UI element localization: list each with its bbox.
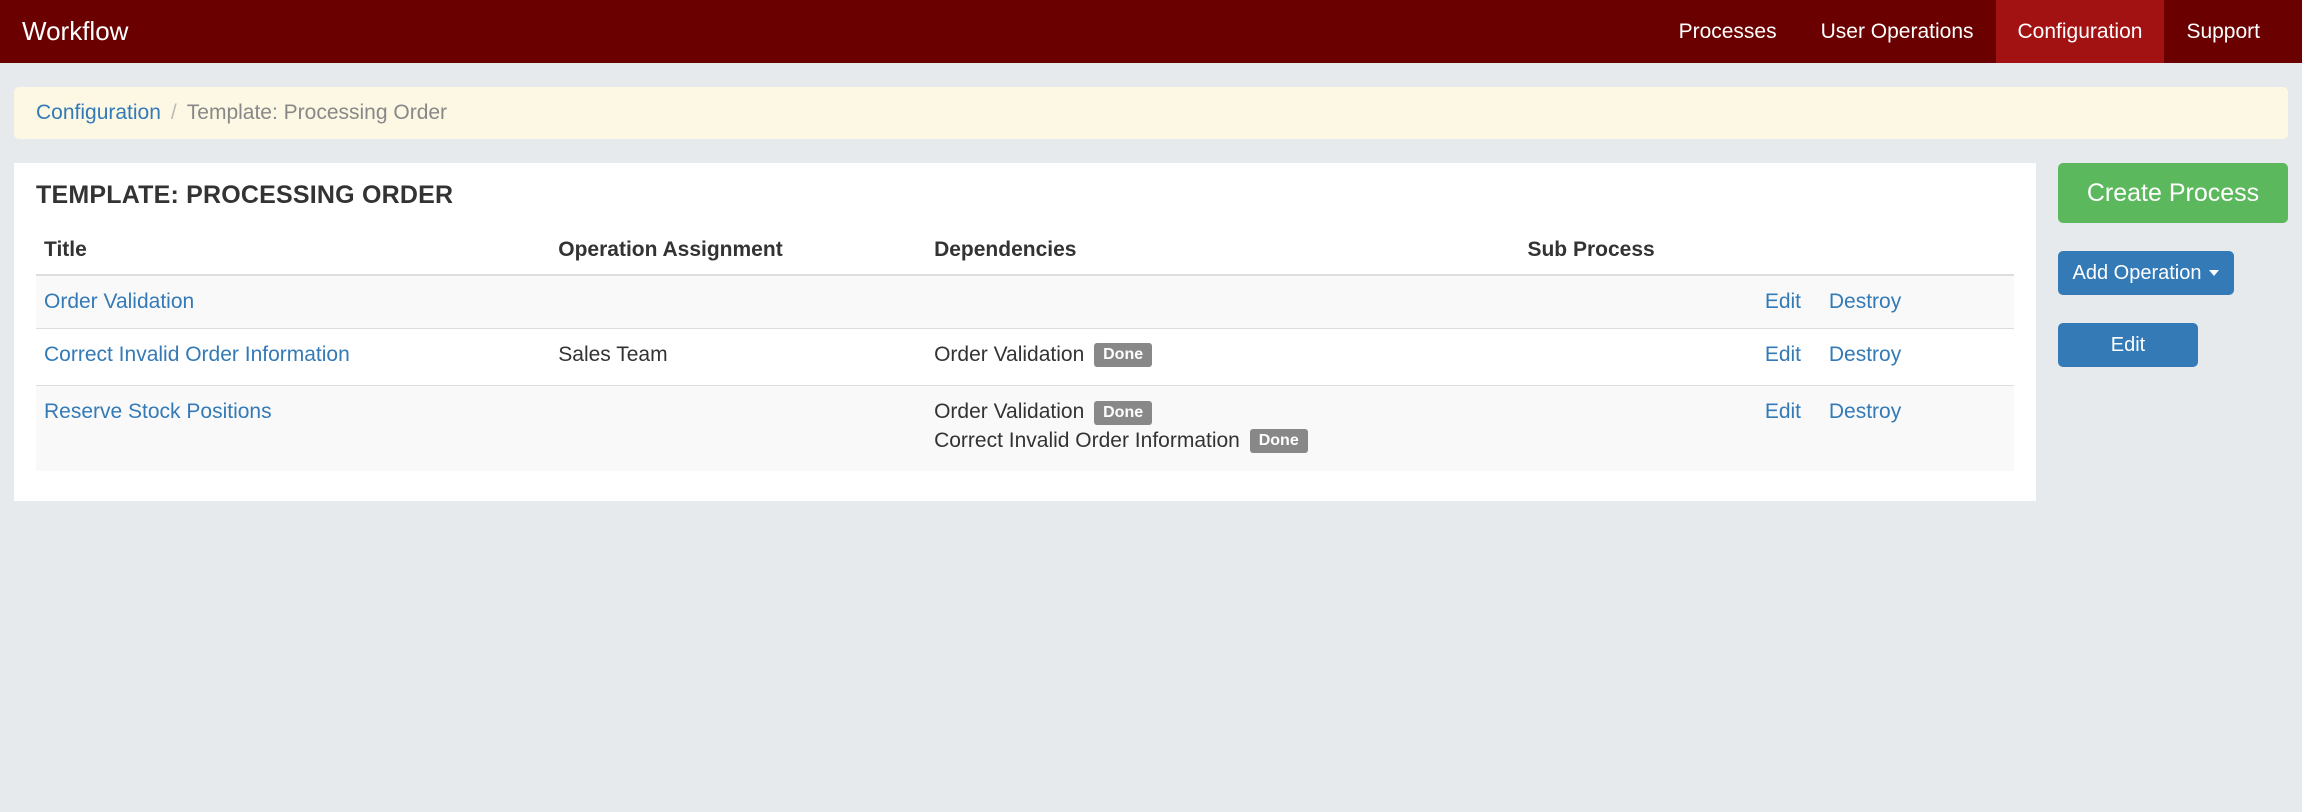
navbar: Workflow Processes User Operations Confi… xyxy=(0,0,2302,63)
panel-title: Template: Processing Order xyxy=(36,181,2014,210)
caret-down-icon xyxy=(2209,270,2219,276)
add-operation-button[interactable]: Add Operation xyxy=(2058,251,2234,295)
breadcrumb-current: Template: Processing Order xyxy=(187,101,447,125)
row-title-link[interactable]: Correct Invalid Order Information xyxy=(44,343,350,366)
operations-table: Title Operation Assignment Dependencies … xyxy=(36,228,2014,471)
row-title-link[interactable]: Order Validation xyxy=(44,290,194,313)
nav-support[interactable]: Support xyxy=(2164,0,2282,63)
nav-user-operations[interactable]: User Operations xyxy=(1799,0,1996,63)
row-title-link[interactable]: Reserve Stock Positions xyxy=(44,400,272,423)
row-dependencies xyxy=(926,275,1519,329)
nav-processes[interactable]: Processes xyxy=(1657,0,1799,63)
dependency-name: Correct Invalid Order Information xyxy=(934,429,1240,452)
row-subprocess xyxy=(1519,386,1756,471)
edit-template-button[interactable]: Edit xyxy=(2058,323,2198,367)
col-subprocess: Sub Process xyxy=(1519,228,1756,275)
brand[interactable]: Workflow xyxy=(20,16,128,47)
breadcrumb-separator: / xyxy=(171,101,177,125)
dependency-name: Order Validation xyxy=(934,400,1084,423)
add-operation-label: Add Operation xyxy=(2073,262,2202,285)
row-destroy-link[interactable]: Destroy xyxy=(1829,290,1901,313)
row-destroy-link[interactable]: Destroy xyxy=(1829,400,1901,423)
sidebar: Create Process Add Operation Edit xyxy=(2058,163,2288,367)
row-assignment xyxy=(550,386,926,471)
create-process-button[interactable]: Create Process xyxy=(2058,163,2288,223)
row-assignment: Sales Team xyxy=(550,329,926,386)
row-edit-link[interactable]: Edit xyxy=(1765,343,1801,366)
template-panel: Template: Processing Order Title Operati… xyxy=(14,163,2036,501)
create-process-label: Create Process xyxy=(2087,179,2259,208)
table-row: Correct Invalid Order Information Sales … xyxy=(36,329,2014,386)
breadcrumb-configuration-link[interactable]: Configuration xyxy=(36,101,161,125)
edit-template-label: Edit xyxy=(2111,334,2145,357)
row-subprocess xyxy=(1519,329,1756,386)
row-subprocess xyxy=(1519,275,1756,329)
dependency-status-badge: Done xyxy=(1094,401,1152,425)
dependency-status-badge: Done xyxy=(1094,343,1152,367)
row-dependencies: Order Validation Done Correct Invalid Or… xyxy=(926,386,1519,471)
col-title: Title xyxy=(36,228,550,275)
row-dependencies: Order Validation Done xyxy=(926,329,1519,386)
col-assignment: Operation Assignment xyxy=(550,228,926,275)
table-row: Order Validation Edit Destroy xyxy=(36,275,2014,329)
row-edit-link[interactable]: Edit xyxy=(1765,290,1801,313)
col-dependencies: Dependencies xyxy=(926,228,1519,275)
dependency-name: Order Validation xyxy=(934,343,1084,366)
row-assignment xyxy=(550,275,926,329)
col-actions xyxy=(1757,228,2014,275)
dependency-status-badge: Done xyxy=(1250,429,1308,453)
row-destroy-link[interactable]: Destroy xyxy=(1829,343,1901,366)
nav-configuration[interactable]: Configuration xyxy=(1996,0,2165,63)
row-edit-link[interactable]: Edit xyxy=(1765,400,1801,423)
breadcrumb: Configuration / Template: Processing Ord… xyxy=(14,87,2288,139)
table-row: Reserve Stock Positions Order Validation… xyxy=(36,386,2014,471)
